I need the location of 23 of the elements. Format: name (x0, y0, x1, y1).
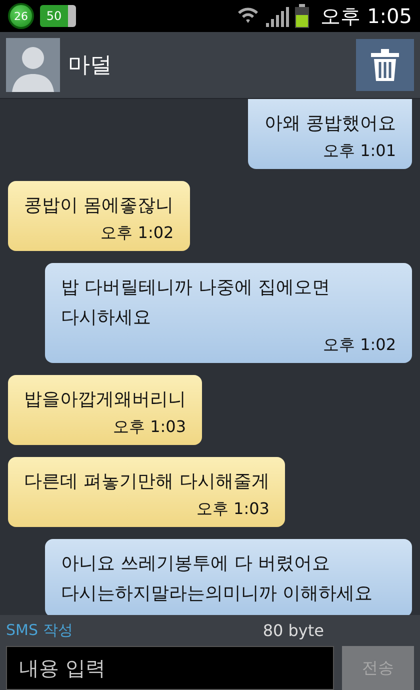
temperature-badge: 26 (8, 3, 34, 29)
message-time: 오후 1:03 (112, 417, 186, 437)
message-text: 콩밥이 몸에좋잖니 (24, 194, 174, 218)
message-text: 다른데 펴놓기만해 다시해줄게 (24, 470, 270, 494)
clock: 오후 1:05 (320, 2, 412, 30)
message-text: 밥을아깝게왜버리니 (24, 388, 186, 412)
battery-widget: 50 (40, 5, 76, 27)
contact-name: 마덜 (68, 52, 113, 80)
trash-icon (371, 49, 399, 81)
message-time: 오후 1:03 (196, 499, 270, 519)
delete-button[interactable] (356, 39, 414, 91)
message-text: 아왜 콩밥했어요 (264, 112, 396, 136)
signal-icon (264, 5, 289, 27)
message-text: 아니요 쓰레기봉투에 다 버렸어요 다시는하지말라는의미니까 이해하세요 (61, 552, 374, 606)
message-text: 밥 다버릴테니까 나중에 집에오면 다시하세요 (61, 276, 332, 330)
byte-counter: 80 byte (262, 621, 324, 640)
message-time: 오후 1:02 (100, 223, 174, 243)
message-time: 오후 1:01 (322, 141, 396, 161)
message-time: 오후 1:02 (322, 335, 396, 355)
sms-mode-label: SMS 작성 (6, 621, 73, 640)
battery-icon (294, 4, 309, 28)
avatar-icon (6, 38, 60, 92)
message-input[interactable]: 내용 입력 (6, 646, 334, 690)
